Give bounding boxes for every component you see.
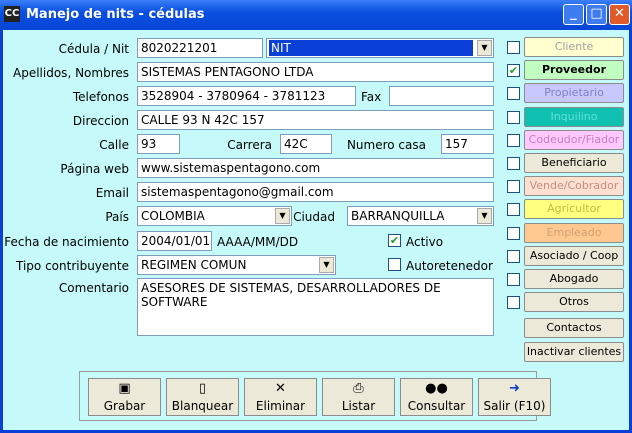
role-checkbox[interactable] (507, 296, 520, 310)
autoretenedor-checkbox[interactable] (388, 258, 401, 271)
salir-button[interactable]: ➜ Salir (F10) (478, 378, 551, 416)
save-icon: ▣ (118, 381, 131, 396)
chevron-down-icon[interactable]: ▼ (319, 257, 334, 273)
inactivar-clientes-button[interactable]: Inactivar clientes (524, 342, 624, 362)
role-button[interactable]: Vende/Cobrador (524, 176, 624, 197)
role-button[interactable]: Beneficiario (524, 153, 624, 173)
telefonos-label: Telefonos (72, 90, 129, 104)
tipo-contribuyente-label: Tipo contribuyente (16, 259, 129, 273)
carrera-label: Carrera (227, 138, 272, 152)
autoretenedor-label: Autoretenedor (406, 259, 493, 273)
role-button[interactable]: Otros (524, 292, 624, 313)
ciudad-select[interactable]: BARRANQUILLA ▼ (347, 206, 494, 226)
telefonos-input[interactable]: 3528904 - 3780964 - 3781123 (137, 86, 356, 106)
role-checkbox[interactable] (507, 180, 520, 194)
role-checkbox[interactable]: ✔ (507, 64, 520, 78)
direccion-input[interactable]: CALLE 93 N 42C 157 (137, 110, 494, 130)
fax-label: Fax (361, 90, 382, 104)
role-checkbox[interactable] (507, 203, 520, 217)
binoculars-icon: ●● (425, 381, 448, 396)
pais-label: País (105, 210, 129, 224)
apellidos-label: Apellidos, Nombres (13, 66, 129, 80)
fecha-format-hint: AAAA/MM/DD (217, 235, 299, 249)
pagina-web-input[interactable]: www.sistemaspentagono.com (137, 158, 494, 178)
nit-type-value: NIT (269, 40, 473, 56)
role-button[interactable]: Abogado (524, 269, 624, 289)
delete-icon: ✕ (275, 381, 286, 396)
role-button[interactable]: Empleado (524, 222, 624, 243)
role-button[interactable]: Asociado / Coop (524, 245, 624, 266)
printer-icon: ⎙ (353, 381, 364, 396)
fecha-label: Fecha de nacimiento (4, 235, 129, 249)
listar-button[interactable]: ⎙ Listar (322, 378, 395, 416)
maximize-button[interactable]: □ (586, 4, 607, 25)
cedula-input[interactable]: 8020221201 (137, 38, 263, 58)
app-icon: CC (4, 6, 20, 22)
numero-casa-label: Numero casa (346, 138, 426, 152)
role-button[interactable]: Propietario (524, 83, 624, 104)
role-checkbox[interactable] (507, 226, 520, 240)
grabar-label: Grabar (103, 399, 146, 413)
email-label: Email (95, 186, 129, 200)
role-checkbox[interactable] (507, 157, 520, 170)
role-button[interactable]: Cliente (524, 37, 624, 57)
role-checkbox[interactable] (507, 87, 520, 101)
chevron-down-icon[interactable]: ▼ (275, 208, 290, 224)
exit-door-icon: ➜ (509, 381, 520, 396)
grabar-button[interactable]: ▣ Grabar (88, 378, 161, 416)
pais-select[interactable]: COLOMBIA ▼ (137, 206, 292, 226)
title-bar: CC Manejo de nits - cédulas _ □ ✕ (0, 0, 632, 30)
calle-label: Calle (99, 138, 129, 152)
comentario-label: Comentario (58, 281, 129, 295)
nit-type-select[interactable]: NIT ▼ (266, 38, 494, 58)
comentario-textarea[interactable]: ASESORES DE SISTEMAS, DESARROLLADORES DE… (137, 278, 494, 336)
role-checkbox[interactable] (507, 249, 520, 263)
carrera-input[interactable]: 42C (280, 134, 332, 154)
role-checkbox[interactable] (507, 133, 520, 147)
fecha-input[interactable]: 2004/01/01 (137, 231, 212, 251)
cedula-label: Cédula / Nit (58, 42, 129, 56)
tipo-contribuyente-value: REGIMEN COMUN (141, 258, 247, 272)
email-input[interactable]: sistemaspentagono@gmail.com (137, 182, 494, 202)
consultar-label: Consultar (407, 399, 466, 413)
eliminar-label: Eliminar (255, 399, 306, 413)
blanquear-button[interactable]: ▯ Blanquear (166, 378, 239, 416)
salir-label: Salir (F10) (483, 399, 546, 413)
apellidos-input[interactable]: SISTEMAS PENTAGONO LTDA (137, 62, 494, 82)
activo-label: Activo (406, 235, 444, 249)
direccion-label: Direccion (72, 114, 129, 128)
role-button[interactable]: Proveedor (524, 60, 624, 81)
consultar-button[interactable]: ●● Consultar (400, 378, 473, 416)
eliminar-button[interactable]: ✕ Eliminar (244, 378, 317, 416)
role-checkbox[interactable] (507, 41, 520, 54)
pagina-web-label: Página web (60, 162, 129, 176)
chevron-down-icon[interactable]: ▼ (477, 208, 492, 224)
minimize-button[interactable]: _ (563, 4, 584, 25)
contactos-button[interactable]: Contactos (524, 318, 624, 338)
ciudad-label: Ciudad (293, 210, 335, 224)
role-button[interactable]: Inquilino (524, 106, 624, 127)
chevron-down-icon[interactable]: ▼ (477, 40, 492, 56)
role-checkbox[interactable] (507, 273, 520, 286)
new-document-icon: ▯ (198, 381, 207, 396)
calle-input[interactable]: 93 (137, 134, 180, 154)
numero-casa-input[interactable]: 157 (441, 134, 494, 154)
ciudad-value: BARRANQUILLA (351, 209, 445, 223)
role-checkbox[interactable] (507, 110, 520, 124)
role-button[interactable]: Agricultor (524, 199, 624, 220)
listar-label: Listar (341, 399, 376, 413)
blanquear-label: Blanquear (171, 399, 234, 413)
window-title: Manejo de nits - cédulas (26, 7, 205, 22)
activo-checkbox[interactable]: ✔ (388, 234, 401, 247)
main-window: CC Manejo de nits - cédulas _ □ ✕ Cédula… (0, 0, 632, 433)
role-button[interactable]: Codeudor/Fiador (524, 129, 624, 150)
fax-input[interactable] (389, 86, 494, 106)
tipo-contribuyente-select[interactable]: REGIMEN COMUN ▼ (137, 255, 336, 275)
pais-value: COLOMBIA (141, 209, 205, 223)
close-button[interactable]: ✕ (609, 4, 630, 25)
